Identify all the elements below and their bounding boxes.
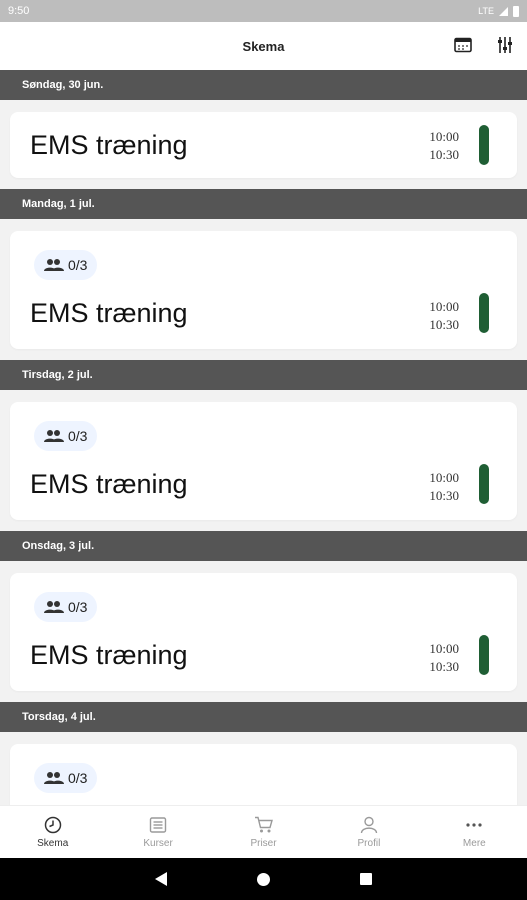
app-screen: 9:50 LTE Skema Søndag, 30 jun. EMS træni…: [0, 0, 527, 900]
nav-label: Priser: [250, 837, 277, 849]
signal-icon: [499, 6, 508, 16]
session-times: 10:00 10:30: [429, 128, 459, 164]
participants-badge: 0/3: [34, 592, 98, 622]
start-time: 10:00: [429, 641, 459, 656]
status-bar-indicator: [479, 635, 489, 675]
nav-label: Kurser: [143, 837, 173, 849]
header-actions: [453, 35, 515, 55]
participants-badge: 0/3: [34, 763, 98, 793]
start-time: 10:00: [429, 299, 459, 314]
end-time: 10:30: [429, 317, 459, 332]
schedule-list[interactable]: Søndag, 30 jun. EMS træning 10:00 10:30 …: [0, 70, 527, 805]
status-bar-indicator: [479, 293, 489, 333]
session-title: EMS træning: [30, 469, 188, 499]
participants-badge: 0/3: [34, 421, 98, 451]
day-section: 0/3 EMS træning 10:00 10:30: [0, 219, 527, 360]
cart-icon: [254, 816, 273, 832]
people-icon: [44, 601, 64, 613]
network-label: LTE: [478, 6, 494, 16]
nav-item-profil[interactable]: Profil: [316, 806, 421, 858]
page-title: Skema: [242, 38, 285, 54]
person-icon: [360, 816, 378, 833]
nav-item-kurser[interactable]: Kurser: [105, 806, 210, 858]
bottom-navigation: Skema Kurser Priser Profil Mere: [0, 805, 527, 858]
status-icons: LTE: [478, 5, 519, 17]
participants-badge: 0/3: [34, 250, 98, 280]
status-time: 9:50: [8, 5, 30, 17]
more-icon: [466, 822, 482, 827]
day-section: 0/3 EMS træning 10:00 10:30: [0, 561, 527, 702]
end-time: 10:30: [429, 147, 459, 162]
status-bar: 9:50 LTE: [0, 0, 527, 22]
people-icon: [44, 430, 64, 442]
session-card[interactable]: 0/3 EMS træning 10:00 10:30: [10, 573, 517, 691]
people-icon: [44, 259, 64, 271]
day-section: 0/3: [0, 732, 527, 805]
day-header: Tirsdag, 2 jul.: [0, 360, 527, 390]
end-time: 10:30: [429, 488, 459, 503]
nav-label: Skema: [37, 837, 69, 849]
day-section: EMS træning 10:00 10:30: [0, 100, 527, 189]
clock-icon: [44, 816, 61, 833]
calendar-icon[interactable]: [453, 35, 473, 55]
status-bar-indicator: [479, 464, 489, 504]
nav-label: Mere: [462, 837, 486, 849]
session-title: EMS træning: [30, 298, 188, 328]
session-card[interactable]: 0/3 EMS træning 10:00 10:30: [10, 402, 517, 520]
participants-count: 0/3: [68, 770, 88, 786]
day-header: Onsdag, 3 jul.: [0, 531, 527, 561]
people-icon: [44, 772, 64, 784]
session-times: 10:00 10:30: [429, 298, 459, 334]
filter-sliders-icon[interactable]: [495, 35, 515, 55]
status-bar-indicator: [479, 125, 489, 165]
start-time: 10:00: [429, 129, 459, 144]
day-header: Søndag, 30 jun.: [0, 70, 527, 100]
system-navigation-bar: [0, 858, 527, 900]
day-section: 0/3 EMS træning 10:00 10:30: [0, 390, 527, 531]
nav-item-skema[interactable]: Skema: [0, 806, 105, 858]
session-times: 10:00 10:30: [429, 469, 459, 505]
session-title: EMS træning: [30, 130, 188, 160]
recent-apps-icon[interactable]: [360, 873, 372, 885]
session-card[interactable]: EMS træning 10:00 10:30: [10, 112, 517, 178]
nav-item-priser[interactable]: Priser: [211, 806, 316, 858]
nav-label: Profil: [357, 837, 381, 849]
participants-count: 0/3: [68, 428, 88, 444]
session-card[interactable]: 0/3 EMS træning 10:00 10:30: [10, 231, 517, 349]
start-time: 10:00: [429, 470, 459, 485]
participants-count: 0/3: [68, 599, 88, 615]
day-header: Mandag, 1 jul.: [0, 189, 527, 219]
home-icon[interactable]: [257, 872, 270, 886]
app-header: Skema: [0, 22, 527, 70]
back-icon[interactable]: [155, 872, 167, 886]
session-times: 10:00 10:30: [429, 640, 459, 676]
nav-item-mere[interactable]: Mere: [422, 806, 527, 858]
end-time: 10:30: [429, 659, 459, 674]
list-icon: [149, 816, 167, 833]
session-title: EMS træning: [30, 640, 188, 670]
battery-icon: [513, 5, 519, 17]
day-header: Torsdag, 4 jul.: [0, 702, 527, 732]
session-card[interactable]: 0/3: [10, 744, 517, 805]
participants-count: 0/3: [68, 257, 88, 273]
